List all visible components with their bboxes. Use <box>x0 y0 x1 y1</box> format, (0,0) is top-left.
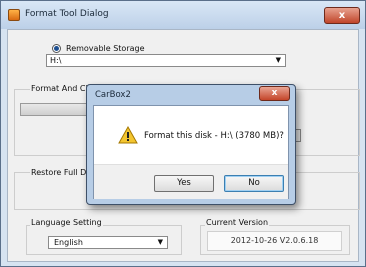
dialog-message: Format this disk - H:\ (3780 MB)? <box>144 131 284 141</box>
dialog-close-button[interactable]: x <box>259 86 290 101</box>
dialog-title: CarBox2 <box>95 90 131 100</box>
version-label: Current Version <box>205 218 270 227</box>
title-bar[interactable]: Format Tool Dialog x <box>1 1 365 29</box>
language-select[interactable]: English ▼ <box>48 236 168 249</box>
drive-value: H:\ <box>50 56 62 65</box>
yes-button[interactable]: Yes <box>154 175 214 192</box>
window-close-button[interactable]: x <box>324 7 360 24</box>
removable-storage-option[interactable]: Removable Storage <box>52 42 145 54</box>
format-progress-bar <box>20 103 92 116</box>
language-value: English <box>54 238 83 247</box>
window-title: Format Tool Dialog <box>25 9 109 19</box>
no-button[interactable]: No <box>224 175 284 192</box>
chevron-down-icon: ▼ <box>275 56 281 64</box>
radio-button[interactable] <box>52 43 61 53</box>
confirm-dialog: CarBox2 x Format this disk - H:\ (3780 M… <box>86 84 296 205</box>
drive-select[interactable]: H:\ ▼ <box>46 54 286 67</box>
dialog-body: Format this disk - H:\ (3780 MB)? Yes No <box>93 105 289 199</box>
radio-selected-dot <box>54 45 59 51</box>
version-value: 2012-10-26 V2.0.6.18 <box>207 231 342 251</box>
language-label: Language Setting <box>30 218 103 227</box>
radio-label: Removable Storage <box>66 43 145 53</box>
chevron-down-icon: ▼ <box>157 238 163 246</box>
app-icon <box>8 9 20 21</box>
warning-icon <box>118 126 138 144</box>
